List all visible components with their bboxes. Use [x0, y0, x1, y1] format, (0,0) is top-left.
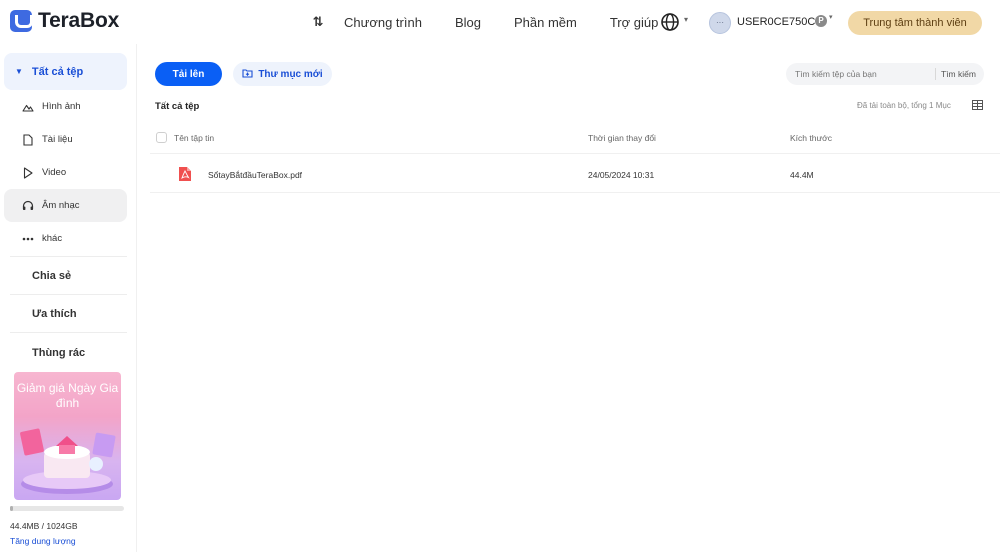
sidebar-item-label: khác [42, 233, 63, 244]
sidebar-item-documents[interactable]: Tài liệu [4, 123, 127, 156]
storage-progress-bar [10, 506, 124, 511]
sidebar-item-label: Âm nhạc [42, 200, 80, 211]
sidebar-item-label: Hình ảnh [42, 101, 81, 112]
storage-progress-fill [10, 506, 13, 511]
file-size: 44.4M [790, 170, 814, 180]
avatar[interactable]: ··· [709, 12, 731, 34]
terabox-logo-icon [10, 10, 33, 32]
sidebar-item-other[interactable]: khác [4, 222, 127, 255]
file-modified: 24/05/2024 10:31 [588, 170, 655, 180]
sidebar-item-all-files[interactable]: ▼ Tất cả tệp [4, 53, 127, 90]
new-folder-button[interactable]: Thư mục mới [233, 62, 332, 86]
column-header-size[interactable]: Kích thước [790, 133, 832, 143]
play-icon [21, 166, 35, 180]
member-center-button[interactable]: Trung tâm thành viên [848, 11, 982, 35]
search-bar: Tìm kiếm [786, 63, 984, 85]
upload-button[interactable]: Tải lên [155, 62, 222, 86]
sidebar-item-label: Tài liệu [42, 134, 73, 145]
new-folder-label: Thư mục mới [258, 68, 323, 80]
top-nav: ⇅ Chương trình Blog Phần mềm Trợ giúp [310, 0, 691, 44]
promo-text: Giảm giá Ngày Gia đình [16, 381, 119, 410]
globe-icon[interactable] [660, 12, 680, 32]
sidebar-item-share[interactable]: Chia sẻ [32, 270, 71, 282]
increase-storage-link[interactable]: Tăng dung lượng [10, 536, 76, 546]
breadcrumb: Tất cả tệp [155, 101, 200, 112]
chevron-down-icon[interactable]: ▾ [684, 15, 688, 24]
nav-item-blog[interactable]: Blog [455, 15, 481, 30]
divider [935, 68, 936, 80]
storage-usage-text: 44.4MB / 1024GB [10, 521, 78, 531]
folder-plus-icon [242, 68, 253, 81]
nav-item-help[interactable]: Trợ giúp [610, 15, 659, 30]
transfer-icon[interactable]: ⇅ [310, 14, 326, 30]
nav-item-software[interactable]: Phần mềm [514, 15, 577, 30]
sidebar-item-label: Tất cả tệp [31, 65, 84, 78]
promo-banner[interactable]: Giảm giá Ngày Gia đình [14, 372, 121, 500]
column-header-modified[interactable]: Thời gian thay đổi [588, 133, 656, 143]
search-input[interactable] [795, 69, 935, 79]
chevron-down-icon[interactable]: ▾ [829, 13, 833, 21]
divider [10, 256, 127, 257]
more-icon [21, 232, 35, 246]
pdf-file-icon [179, 167, 191, 181]
search-button[interactable]: Tìm kiếm [941, 69, 976, 79]
sidebar-item-label: Video [42, 167, 67, 178]
document-icon [21, 133, 35, 147]
headphones-icon [21, 199, 35, 213]
username[interactable]: USER0CE750C4 [737, 16, 821, 28]
top-header: TeraBox ⇅ Chương trình Blog Phần mềm Trợ… [0, 0, 1000, 44]
file-name[interactable]: SổtayBắtđầuTeraBox.pdf [208, 170, 302, 180]
loaded-status: Đã tải toàn bộ, tổng 1 Mục [857, 101, 951, 110]
sidebar: ▼ Tất cả tệp Hình ảnh Tài liệu Video Âm … [0, 44, 137, 552]
terabox-logo[interactable]: TeraBox [10, 9, 119, 33]
sidebar-item-favorites[interactable]: Ưa thích [32, 308, 77, 320]
sidebar-item-music[interactable]: Âm nhạc [4, 189, 127, 222]
view-toggle-icon[interactable] [972, 100, 983, 110]
image-icon [21, 100, 35, 114]
column-header-name[interactable]: Tên tập tin [174, 133, 214, 143]
premium-badge: P [815, 15, 827, 27]
select-all-checkbox[interactable] [156, 132, 167, 143]
sidebar-item-trash[interactable]: Thùng rác [32, 347, 85, 359]
divider [10, 294, 127, 295]
divider [10, 332, 127, 333]
gift-illustration-icon [20, 428, 116, 494]
nav-item-programs[interactable]: Chương trình [344, 15, 422, 30]
sidebar-item-video[interactable]: Video [4, 156, 127, 189]
table-header: Tên tập tin Thời gian thay đổi Kích thướ… [150, 122, 1000, 154]
sidebar-item-images[interactable]: Hình ảnh [4, 90, 127, 123]
table-row[interactable]: SổtayBắtđầuTeraBox.pdf 24/05/2024 10:31 … [150, 155, 1000, 193]
logo-text: TeraBox [38, 9, 120, 32]
caret-down-icon: ▼ [15, 67, 23, 76]
